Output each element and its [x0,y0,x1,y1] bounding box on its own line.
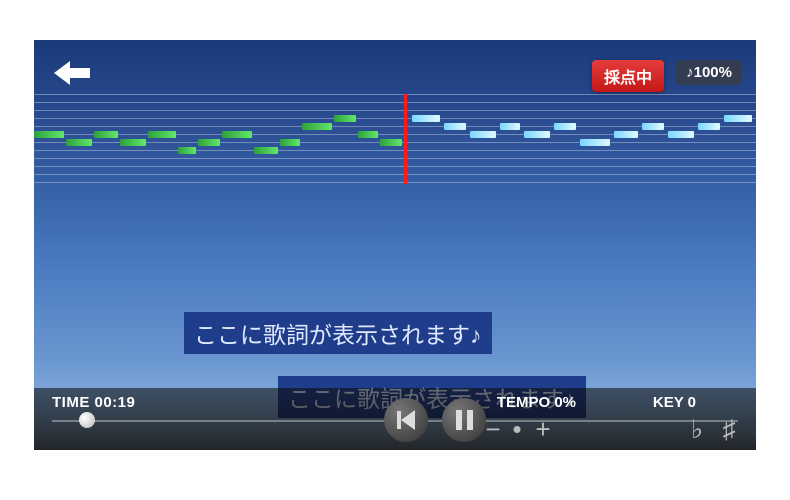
sung-note [222,131,252,138]
bottom-bar: TIME 00:19 TEMPO 0% KEY 0 − • + ♭ ♯ [34,388,756,450]
sung-note [380,139,402,146]
upcoming-note [554,123,576,130]
back-button[interactable] [48,56,100,90]
sharp-icon: ♯ [723,416,736,442]
lyric-line-1: ここに歌詞が表示されます♪ [184,312,492,354]
sung-note [178,147,196,154]
tempo-label: TEMPO 0% [497,394,576,411]
flat-icon: ♭ [691,416,703,442]
upcoming-note [412,115,440,122]
upcoming-note [524,131,550,138]
seek-thumb[interactable] [79,412,95,428]
upcoming-note [500,123,520,130]
key-sharp-button[interactable]: ♯ [714,414,744,444]
minus-icon: − [485,416,500,442]
top-bar: 採点中 ♪100% [34,54,756,94]
upcoming-note [470,131,496,138]
sung-note [94,131,118,138]
pitch-notes [34,94,756,182]
scoring-badge: 採点中 [592,60,664,92]
upcoming-note [614,131,638,138]
upcoming-note [580,139,610,146]
sung-note [302,123,332,130]
sung-note [148,131,176,138]
previous-button[interactable] [384,398,428,442]
sung-note [34,131,64,138]
plus-icon: + [535,416,550,442]
tempo-up-button[interactable]: + [528,414,558,444]
time-label: TIME 00:19 [52,394,135,411]
playhead [404,94,407,184]
key-label: KEY 0 [653,394,696,411]
sung-note [198,139,220,146]
dot-icon: • [512,416,521,442]
upcoming-note [724,115,752,122]
sung-note [254,147,278,154]
pause-icon [456,410,473,430]
karaoke-app: 採点中 ♪100% ここに歌詞が表示されます♪ ここに歌詞が表示されます♪ TI… [34,40,756,450]
sung-note [120,139,146,146]
volume-badge[interactable]: ♪100% [676,60,742,85]
back-arrow-icon [54,63,94,83]
sung-note [334,115,356,122]
upcoming-note [668,131,694,138]
upcoming-note [698,123,720,130]
pitch-track [34,94,756,182]
sung-note [358,131,378,138]
key-flat-button[interactable]: ♭ [682,414,712,444]
upcoming-note [642,123,664,130]
sung-note [66,139,92,146]
sung-note [280,139,300,146]
skip-back-icon [395,409,417,431]
upcoming-note [444,123,466,130]
